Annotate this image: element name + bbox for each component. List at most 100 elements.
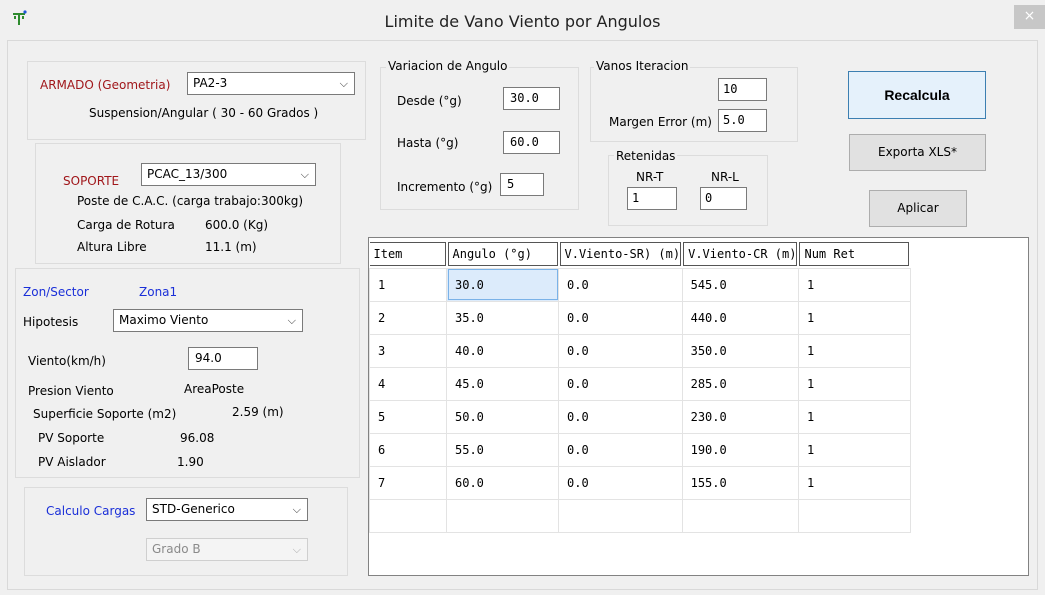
cell-viento-cr[interactable]: 230.0 bbox=[681, 399, 799, 434]
cell-item[interactable]: 1 bbox=[369, 267, 447, 302]
cell-viento-cr[interactable]: 155.0 bbox=[681, 465, 799, 500]
chevron-down-icon: ⌵ bbox=[292, 543, 301, 556]
cell-angulo[interactable]: 50.0 bbox=[446, 399, 559, 434]
hasta-label: Hasta (°g) bbox=[397, 136, 459, 150]
cell-viento-cr[interactable]: 545.0 bbox=[681, 267, 799, 302]
cell-angulo[interactable]: 35.0 bbox=[446, 300, 559, 335]
variacion-legend: Variacion de Angulo bbox=[386, 59, 510, 73]
cell-num-ret[interactable]: 1 bbox=[797, 267, 911, 302]
table-row[interactable]: 6 55.0 0.0 190.0 1 bbox=[369, 432, 911, 467]
pv-soporte-value: 96.08 bbox=[180, 431, 215, 445]
cell-empty[interactable] bbox=[797, 498, 911, 533]
cell-empty[interactable] bbox=[446, 498, 559, 533]
cell-item[interactable]: 5 bbox=[369, 399, 447, 434]
viento-label: Viento(km/h) bbox=[28, 354, 106, 368]
chevron-down-icon: ⌵ bbox=[292, 503, 301, 516]
nrl-input[interactable]: 0 bbox=[700, 187, 747, 210]
table-row[interactable]: 4 45.0 0.0 285.0 1 bbox=[369, 366, 911, 401]
table-row[interactable]: 7 60.0 0.0 155.0 1 bbox=[369, 465, 911, 500]
cell-item[interactable]: 4 bbox=[369, 366, 447, 401]
header-viento-sr[interactable]: V.Viento-SR) (m) bbox=[559, 241, 682, 266]
cell-item[interactable]: 3 bbox=[369, 333, 447, 368]
cell-angulo[interactable]: 40.0 bbox=[446, 333, 559, 368]
chevron-down-icon: ⌵ bbox=[339, 77, 348, 90]
cell-num-ret[interactable]: 1 bbox=[797, 432, 911, 467]
exporta-xls-button[interactable]: Exporta XLS* bbox=[849, 134, 986, 171]
window-title: Limite de Vano Viento por Angulos bbox=[384, 12, 661, 31]
cell-viento-cr[interactable]: 350.0 bbox=[681, 333, 799, 368]
hasta-input[interactable]: 60.0 bbox=[503, 131, 560, 154]
cell-viento-sr[interactable]: 0.0 bbox=[558, 333, 683, 368]
margen-input[interactable]: 5.0 bbox=[718, 109, 767, 132]
recalcula-button[interactable]: Recalcula bbox=[848, 71, 986, 119]
cell-item[interactable]: 7 bbox=[369, 465, 447, 500]
cell-viento-sr[interactable]: 0.0 bbox=[558, 366, 683, 401]
header-item[interactable]: Item bbox=[369, 241, 446, 266]
zona-label: Zon/Sector bbox=[23, 285, 89, 299]
cell-empty[interactable] bbox=[369, 498, 447, 533]
calculo-combo[interactable]: STD-Generico ⌵ bbox=[146, 498, 308, 521]
desde-input[interactable]: 30.0 bbox=[503, 87, 560, 110]
incremento-input[interactable]: 5 bbox=[500, 173, 544, 196]
armado-desc: Suspension/Angular ( 30 - 60 Grados ) bbox=[89, 106, 319, 120]
table-row[interactable]: 3 40.0 0.0 350.0 1 bbox=[369, 333, 911, 368]
carga-label: Carga de Rotura bbox=[77, 218, 175, 232]
presion-label: Presion Viento bbox=[28, 384, 114, 398]
table-row[interactable]: 2 35.0 0.0 440.0 1 bbox=[369, 300, 911, 335]
results-table: Item Angulo (°g) V.Viento-SR) (m) V.Vien… bbox=[369, 238, 911, 533]
header-angulo[interactable]: Angulo (°g) bbox=[447, 241, 558, 266]
soporte-combo[interactable]: PCAC_13/300 ⌵ bbox=[141, 163, 316, 186]
cell-num-ret[interactable]: 1 bbox=[797, 300, 911, 335]
grado-value: Grado B bbox=[152, 542, 201, 556]
zona-value: Zona1 bbox=[139, 285, 178, 299]
cell-empty[interactable] bbox=[681, 498, 799, 533]
cell-viento-cr[interactable]: 190.0 bbox=[681, 432, 799, 467]
table-row-empty[interactable] bbox=[369, 498, 911, 533]
grado-combo: Grado B ⌵ bbox=[146, 538, 308, 561]
retenidas-legend: Retenidas bbox=[614, 149, 678, 163]
pv-aislador-label: PV Aislador bbox=[38, 455, 106, 469]
chevron-down-icon: ⌵ bbox=[300, 168, 309, 181]
cell-item[interactable]: 6 bbox=[369, 432, 447, 467]
soporte-label: SOPORTE bbox=[63, 174, 120, 188]
carga-value: 600.0 (Kg) bbox=[205, 218, 269, 232]
cell-viento-cr[interactable]: 285.0 bbox=[681, 366, 799, 401]
cell-num-ret[interactable]: 1 bbox=[797, 465, 911, 500]
cell-angulo[interactable]: 45.0 bbox=[446, 366, 559, 401]
vanos-input[interactable]: 10 bbox=[718, 78, 767, 101]
viento-input[interactable]: 94.0 bbox=[188, 347, 258, 370]
results-grid[interactable]: Item Angulo (°g) V.Viento-SR) (m) V.Vien… bbox=[368, 237, 1029, 576]
cell-empty[interactable] bbox=[558, 498, 683, 533]
header-cell-wrap: Angulo (°g) bbox=[447, 238, 559, 268]
cell-item[interactable]: 2 bbox=[369, 300, 447, 335]
desde-label: Desde (°g) bbox=[397, 94, 462, 108]
cell-viento-sr[interactable]: 0.0 bbox=[558, 267, 683, 302]
table-header-row: Item Angulo (°g) V.Viento-SR) (m) V.Vien… bbox=[369, 238, 911, 268]
armado-combo[interactable]: PA2-3 ⌵ bbox=[187, 72, 355, 95]
pv-soporte-label: PV Soporte bbox=[38, 431, 105, 445]
close-button[interactable]: × bbox=[1014, 5, 1045, 29]
armado-label: ARMADO (Geometria) bbox=[40, 78, 171, 92]
cell-num-ret[interactable]: 1 bbox=[797, 366, 911, 401]
header-num-ret[interactable]: Num Ret bbox=[799, 241, 910, 266]
cell-angulo[interactable]: 30.0 bbox=[446, 267, 559, 302]
cell-viento-cr[interactable]: 440.0 bbox=[681, 300, 799, 335]
soporte-value: PCAC_13/300 bbox=[147, 167, 228, 181]
cell-angulo[interactable]: 60.0 bbox=[446, 465, 559, 500]
cell-viento-sr[interactable]: 0.0 bbox=[558, 432, 683, 467]
cell-angulo[interactable]: 55.0 bbox=[446, 432, 559, 467]
cell-viento-sr[interactable]: 0.0 bbox=[558, 399, 683, 434]
aplicar-button[interactable]: Aplicar bbox=[869, 190, 967, 227]
cell-num-ret[interactable]: 1 bbox=[797, 333, 911, 368]
header-viento-cr[interactable]: V.Viento-CR (m) bbox=[683, 241, 798, 266]
cell-num-ret[interactable]: 1 bbox=[797, 399, 911, 434]
table-row[interactable]: 5 50.0 0.0 230.0 1 bbox=[369, 399, 911, 434]
nrt-input[interactable]: 1 bbox=[627, 187, 677, 210]
cell-viento-sr[interactable]: 0.0 bbox=[558, 300, 683, 335]
altura-value: 11.1 (m) bbox=[205, 240, 257, 254]
hipotesis-combo[interactable]: Maximo Viento ⌵ bbox=[113, 309, 303, 332]
cell-viento-sr[interactable]: 0.0 bbox=[558, 465, 683, 500]
altura-label: Altura Libre bbox=[77, 240, 147, 254]
table-row[interactable]: 1 30.0 0.0 545.0 1 bbox=[369, 267, 911, 302]
superficie-value: 2.59 (m) bbox=[232, 405, 284, 419]
